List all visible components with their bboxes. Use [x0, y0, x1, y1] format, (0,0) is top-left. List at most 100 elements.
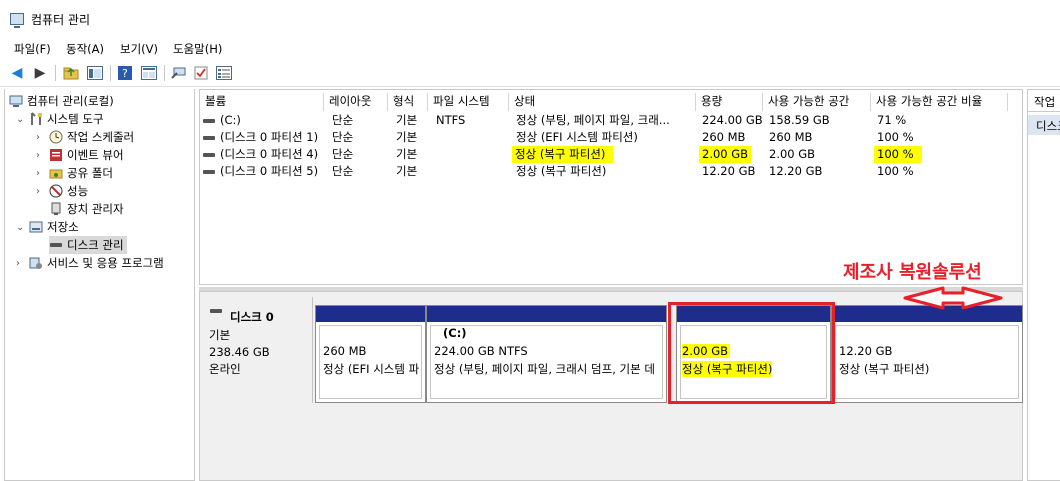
- actions-header: 작업: [1028, 90, 1060, 112]
- checklist-icon[interactable]: [193, 64, 209, 82]
- menu-file[interactable]: 파일(F): [14, 41, 51, 57]
- volume-icon: [203, 136, 215, 140]
- disk-name: 디스크 0: [230, 310, 274, 324]
- volume-row[interactable]: (디스크 0 파티션 5) 단순 기본 정상 (복구 파티션) 12.20 GB…: [200, 163, 1024, 180]
- column-header-volume[interactable]: 볼륨: [200, 93, 324, 111]
- services-icon: [29, 256, 43, 270]
- tree-item-label: 시스템 도구: [47, 112, 104, 126]
- toolbar: ◀ ▶ ?: [0, 60, 1060, 87]
- tree-item-system-tools[interactable]: ⌄ 시스템 도구: [16, 110, 104, 128]
- annotation-arrow-icon: [903, 286, 1003, 310]
- partition-recovery-2[interactable]: 12.20 GB 정상 (복구 파티션): [831, 305, 1023, 403]
- disk-info[interactable]: 디스크 0 기본 238.46 GB 온라인: [200, 297, 313, 403]
- disk-layout-pane: 디스크 0 기본 238.46 GB 온라인 260 MB 정상 (EFI 시스…: [199, 291, 1023, 481]
- volume-capacity: 224.00 GB: [702, 113, 763, 127]
- volume-status: 정상 (부팅, 페이지 파일, 크래...: [516, 113, 670, 127]
- column-header-free-percent[interactable]: 사용 가능한 공간 비율: [871, 93, 1008, 111]
- menu-help[interactable]: 도움말(H): [173, 41, 222, 57]
- column-header-free-space[interactable]: 사용 가능한 공간: [763, 93, 871, 111]
- window-title: 컴퓨터 관리: [31, 13, 91, 27]
- up-folder-icon[interactable]: [62, 64, 80, 82]
- partition-label: (C:): [443, 326, 467, 340]
- tree-item-label: 성능: [67, 184, 89, 198]
- computer-management-icon: [10, 13, 24, 28]
- chevron-right-icon[interactable]: ›: [36, 132, 40, 143]
- volume-free-space: 12.20 GB: [769, 164, 823, 178]
- menu-bar: 파일(F) 동작(A) 보기(V) 도움말(H): [0, 38, 1060, 60]
- volume-free-space: 2.00 GB: [769, 147, 816, 161]
- device-manager-icon: [49, 202, 63, 216]
- column-header-layout[interactable]: 레이아웃: [324, 93, 388, 111]
- volume-filesystem: NTFS: [436, 113, 466, 127]
- chevron-down-icon[interactable]: ⌄: [16, 114, 24, 125]
- export-icon[interactable]: [215, 64, 233, 82]
- show-hide-tree-icon[interactable]: [86, 64, 104, 82]
- tools-icon: [29, 112, 43, 126]
- volume-free-space: 158.59 GB: [769, 113, 830, 127]
- forward-icon[interactable]: ▶: [31, 64, 49, 82]
- tree-item-storage[interactable]: ⌄ 저장소: [16, 218, 79, 236]
- back-icon[interactable]: ◀: [8, 64, 26, 82]
- volume-name: (C:): [220, 113, 241, 127]
- disk-type: 기본: [209, 328, 231, 342]
- volume-row[interactable]: (C:) 단순 기본 NTFS 정상 (부팅, 페이지 파일, 크래... 22…: [200, 112, 1024, 129]
- disk-state: 온라인: [209, 362, 241, 376]
- volume-free-percent: 71 %: [877, 113, 907, 127]
- column-header-status[interactable]: 상태: [509, 93, 696, 111]
- volume-icon: [203, 153, 215, 157]
- column-header-capacity[interactable]: 용량: [696, 93, 763, 111]
- volume-free-percent: 100 %: [874, 146, 922, 163]
- tree-item-event-viewer[interactable]: › 이벤트 뷰어: [36, 146, 124, 164]
- volume-name: (디스크 0 파티션 4): [220, 147, 319, 161]
- column-header-type[interactable]: 형식: [388, 93, 428, 111]
- partition-c[interactable]: (C:) 224.00 GB NTFS 정상 (부팅, 페이지 파일, 크래시 …: [426, 305, 667, 403]
- volume-layout: 단순: [332, 130, 354, 144]
- tree-item-performance[interactable]: › 성능: [36, 182, 89, 200]
- title-bar: 컴퓨터 관리: [0, 0, 1060, 38]
- chevron-right-icon[interactable]: ›: [36, 150, 40, 161]
- help-icon[interactable]: ?: [117, 64, 133, 82]
- performance-icon: [49, 184, 63, 198]
- tree-item-shared-folders[interactable]: › 공유 폴더: [36, 164, 113, 182]
- storage-icon: [29, 220, 43, 234]
- column-header-filesystem[interactable]: 파일 시스템: [428, 93, 509, 111]
- volume-list: 볼륨 레이아웃 형식 파일 시스템 상태 용량 사용 가능한 공간 사용 가능한…: [199, 89, 1023, 285]
- actions-item-disk-management[interactable]: 디스크 관리: [1028, 115, 1060, 135]
- volume-name: (디스크 0 파티션 5): [220, 164, 319, 178]
- volume-free-space: 260 MB: [769, 130, 813, 144]
- partition-efi[interactable]: 260 MB 정상 (EFI 시스템 파: [315, 305, 426, 403]
- volume-layout: 단순: [332, 147, 354, 161]
- tree-item-label: 컴퓨터 관리(로컬): [27, 94, 114, 108]
- volume-row[interactable]: (디스크 0 파티션 1) 단순 기본 정상 (EFI 시스템 파티션) 260…: [200, 129, 1024, 146]
- connect-icon[interactable]: [170, 64, 188, 82]
- menu-action[interactable]: 동작(A): [66, 41, 104, 57]
- tree-item-disk-management[interactable]: 디스크 관리: [49, 236, 127, 254]
- volume-type: 기본: [396, 113, 418, 127]
- navigation-tree: 컴퓨터 관리(로컬) ⌄ 시스템 도구 › 작업 스케줄러 › 이벤트 뷰어 ›…: [4, 89, 195, 481]
- partition-size: 224.00 GB NTFS: [434, 344, 528, 358]
- chevron-right-icon[interactable]: ›: [36, 168, 40, 179]
- toolbar-separator: [164, 65, 165, 81]
- disk-drive-icon: [49, 238, 63, 252]
- partition-bar: [316, 306, 425, 322]
- tree-item-label: 저장소: [47, 220, 79, 234]
- volume-row[interactable]: (디스크 0 파티션 4) 단순 기본 정상 (복구 파티션) 2.00 GB …: [200, 146, 1024, 163]
- properties-icon[interactable]: [140, 64, 158, 82]
- volume-name: (디스크 0 파티션 1): [220, 130, 319, 144]
- partition-bar: [427, 306, 666, 322]
- tree-item-root[interactable]: 컴퓨터 관리(로컬): [9, 92, 114, 110]
- chevron-right-icon[interactable]: ›: [36, 186, 40, 197]
- volume-free-percent: 100 %: [877, 130, 914, 144]
- tree-item-task-scheduler[interactable]: › 작업 스케줄러: [36, 128, 135, 146]
- tree-item-device-manager[interactable]: 장치 관리자: [49, 200, 124, 218]
- volume-status: 정상 (EFI 시스템 파티션): [516, 130, 638, 144]
- menu-view[interactable]: 보기(V): [120, 41, 158, 57]
- chevron-right-icon[interactable]: ›: [16, 258, 20, 269]
- tree-item-label: 작업 스케줄러: [67, 130, 135, 144]
- tree-item-label: 서비스 및 응용 프로그램: [47, 256, 164, 270]
- toolbar-separator: [55, 65, 56, 81]
- partition-size: 12.20 GB: [839, 344, 893, 358]
- toolbar-separator: [110, 65, 111, 81]
- chevron-down-icon[interactable]: ⌄: [16, 222, 24, 233]
- tree-item-services-apps[interactable]: › 서비스 및 응용 프로그램: [16, 254, 164, 272]
